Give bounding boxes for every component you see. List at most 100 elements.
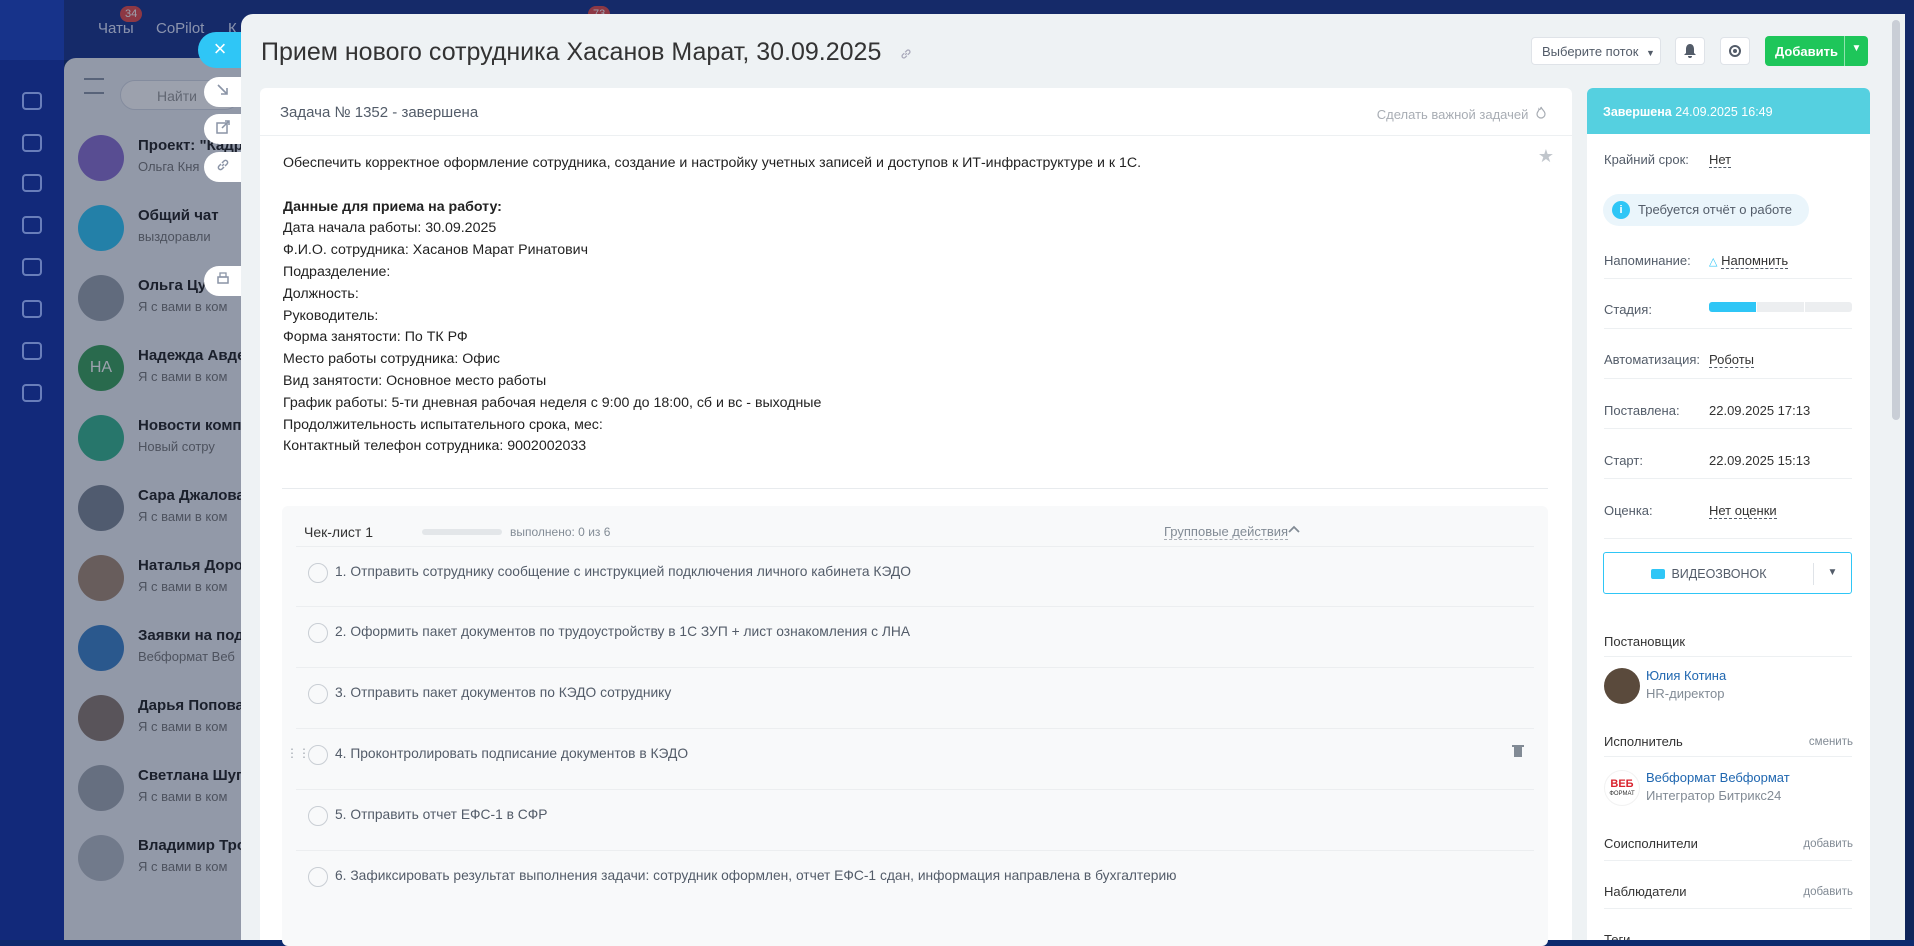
add-coexecutor-link[interactable]: добавить [1803, 838, 1853, 850]
description-line: Должность: [283, 285, 359, 302]
checkbox[interactable] [308, 867, 328, 887]
flow-select[interactable]: Выберите поток ▼ [1531, 37, 1661, 65]
notifications-button[interactable] [1675, 37, 1705, 65]
status-bar: Завершена 24.09.2025 16:49 [1587, 88, 1870, 134]
chevron-down-icon[interactable]: ▼ [1813, 563, 1851, 585]
description-line: Ф.И.О. сотрудника: Хасанов Марат Ринатов… [283, 242, 589, 259]
title-link-icon[interactable] [900, 48, 912, 63]
assignee-card[interactable]: ВЕБ ФОРМАТ Вебформат Вебформат Интеграто… [1604, 768, 1852, 808]
rating-link[interactable]: Нет оценки [1709, 503, 1777, 519]
minimize-icon [217, 84, 228, 95]
camera-icon [1651, 569, 1666, 579]
divider [1604, 428, 1852, 429]
coexecutors-header: Соисполнители [1604, 836, 1698, 851]
status-date: 24.09.2025 16:49 [1675, 105, 1773, 119]
slider-scrollbar[interactable] [1892, 20, 1900, 420]
creator-role: HR-директор [1646, 686, 1725, 701]
chevron-up-icon[interactable] [1288, 520, 1300, 536]
description-heading: Данные для приема на работу: [283, 198, 502, 215]
new-window-icon [216, 120, 230, 134]
print-button[interactable] [204, 266, 242, 296]
make-important-label: Сделать важной задачей [1376, 107, 1529, 122]
favorite-star-icon[interactable]: ★ [1538, 146, 1554, 167]
report-required-label: Требуется отчёт о работе [1638, 202, 1792, 217]
creator-card[interactable]: Юлия Котина HR-директор [1604, 666, 1852, 706]
checklist-item[interactable]: ⋮⋮ 4. Проконтролировать подписание докум… [286, 728, 1534, 778]
checklist-item-text: 3. Отправить пакет документов по КЭДО со… [335, 685, 672, 700]
checklist-item[interactable]: 6. Зафиксировать результат выполнения за… [296, 850, 1534, 900]
close-slider-button[interactable]: × [198, 32, 242, 68]
info-icon: i [1612, 201, 1630, 219]
add-observer-link[interactable]: добавить [1803, 886, 1853, 898]
reminder-button[interactable]: △ Напомнить [1709, 253, 1789, 269]
description-line: Подразделение: [283, 263, 391, 280]
checklist-item-text: 5. Отправить отчет ЕФС-1 в СФР [335, 807, 548, 822]
creator-name[interactable]: Юлия Котина [1646, 668, 1726, 683]
description-line: График работы: 5-ти дневная рабочая неде… [283, 394, 822, 411]
video-call-button[interactable]: ВИДЕОЗВОНОК ▼ [1603, 552, 1852, 594]
feed-icon[interactable] [22, 216, 42, 234]
checkbox[interactable] [308, 623, 328, 643]
logo-text-bottom: ФОРМАТ [1609, 791, 1635, 797]
assignee-name[interactable]: Вебформат Вебформат [1646, 770, 1790, 785]
divider [1604, 538, 1852, 539]
checkbox[interactable] [308, 684, 328, 704]
settings-button[interactable] [1720, 37, 1750, 65]
task-description: Обеспечить корректное оформление сотрудн… [283, 153, 1141, 458]
stage-progress-bar[interactable] [1709, 302, 1852, 312]
checklist-item-text: 6. Зафиксировать результат выполнения за… [335, 868, 1177, 883]
checkbox[interactable] [308, 745, 328, 765]
deadline-value[interactable]: Нет [1709, 152, 1732, 168]
drive-icon[interactable] [22, 300, 42, 318]
trash-icon[interactable] [1512, 744, 1524, 758]
deadline-value-text: Нет [1709, 152, 1732, 168]
checklist-item[interactable]: 5. Отправить отчет ЕФС-1 в СФР [296, 789, 1534, 839]
webformat-logo: ВЕБ ФОРМАТ [1604, 770, 1640, 806]
checklist-item[interactable]: 3. Отправить пакет документов по КЭДО со… [296, 667, 1534, 717]
change-assignee-link[interactable]: сменить [1809, 736, 1853, 748]
add-button[interactable]: Добавить ▼ [1765, 36, 1868, 66]
checklist-item[interactable]: 2. Оформить пакет документов по трудоуст… [296, 606, 1534, 656]
copy-link-button[interactable] [204, 152, 242, 182]
checkbox[interactable] [308, 806, 328, 826]
drag-handle-icon[interactable]: ⋮⋮ [286, 746, 310, 760]
minimize-button[interactable] [204, 77, 242, 107]
video-call-label: ВИДЕОЗВОНОК [1604, 567, 1814, 581]
deadline-label: Крайний срок: [1604, 152, 1689, 167]
crm-icon[interactable] [22, 384, 42, 402]
make-important-button[interactable]: Сделать важной задачей [1377, 106, 1546, 122]
status-label: Завершена [1603, 105, 1672, 119]
mail-icon[interactable] [22, 342, 42, 360]
description-intro: Обеспечить корректное оформление сотрудн… [283, 155, 1142, 171]
divider [1604, 378, 1852, 379]
menu-icon[interactable] [22, 134, 42, 152]
open-new-window-button[interactable] [204, 114, 242, 144]
checklist-title[interactable]: Чек-лист 1 [304, 524, 373, 540]
flow-select-label: Выберите поток [1542, 44, 1639, 59]
divider [1604, 328, 1852, 329]
automation-label: Автоматизация: [1604, 352, 1700, 367]
divider [1604, 860, 1852, 861]
automation-value: Роботы [1709, 352, 1755, 368]
divider [1604, 656, 1852, 657]
checklist: Чек-лист 1 выполнено: 0 из 6 Групповые д… [282, 506, 1548, 946]
checkbox[interactable] [308, 563, 328, 583]
automation-link[interactable]: Роботы [1709, 352, 1755, 368]
stage-progress-fill [1709, 302, 1757, 312]
rating-label: Оценка: [1604, 503, 1653, 518]
description-line: Дата начала работы: 30.09.2025 [283, 220, 497, 237]
add-button-label: Добавить [1775, 44, 1838, 59]
checklist-item[interactable]: 1. Отправить сотруднику сообщение с инст… [296, 546, 1534, 596]
group-actions-link[interactable]: Групповые действия [1164, 524, 1289, 540]
checklist-item-text: 2. Оформить пакет документов по трудоуст… [335, 624, 911, 639]
page-title: Прием нового сотрудника Хасанов Марат, 3… [261, 38, 882, 66]
start-value: 22.09.2025 15:13 [1709, 453, 1811, 468]
rating-value: Нет оценки [1709, 503, 1777, 519]
checklist-progress-label: выполнено: 0 из 6 [510, 525, 611, 539]
calendar-icon[interactable] [22, 258, 42, 276]
bell-icon [1684, 44, 1696, 58]
flame-icon [1536, 106, 1546, 122]
tasks-icon[interactable] [22, 92, 42, 110]
chevron-down-icon[interactable]: ▼ [1844, 36, 1868, 66]
chat-icon[interactable] [22, 174, 42, 192]
